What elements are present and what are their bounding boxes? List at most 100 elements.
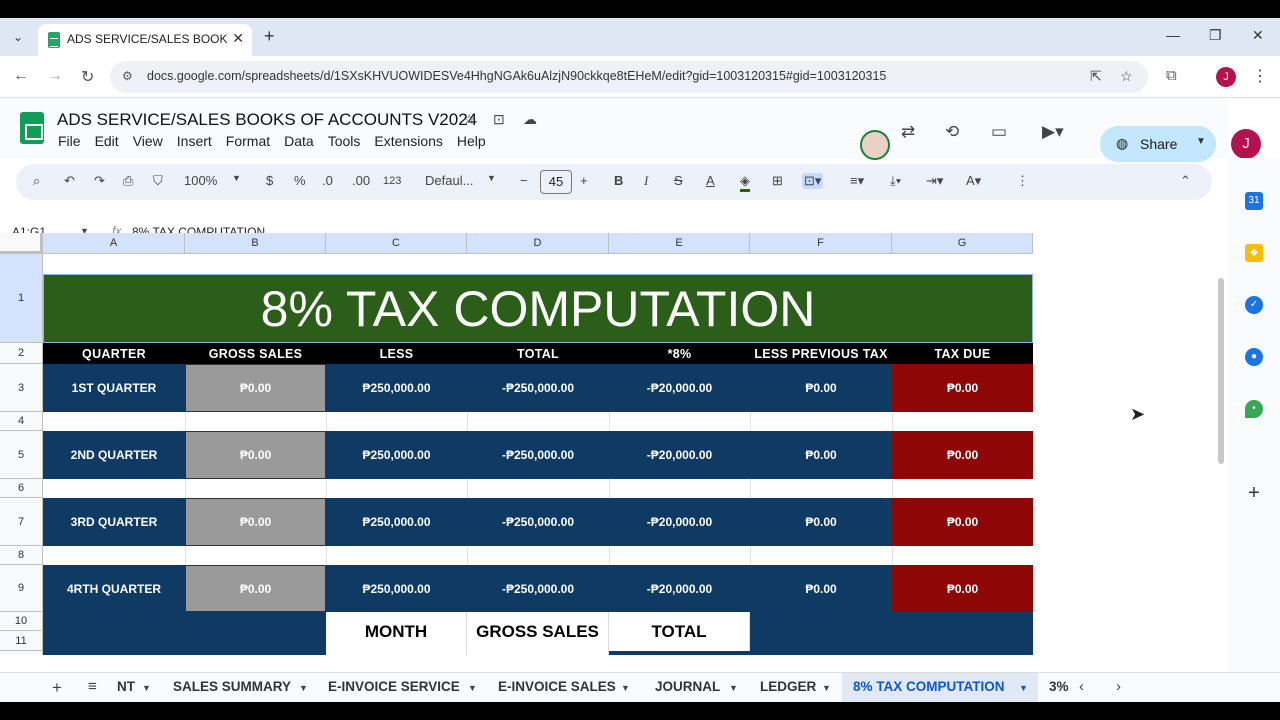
bold-button[interactable]: B [614, 173, 623, 188]
menu-edit[interactable]: Edit [95, 133, 119, 149]
quarter-value-cell[interactable]: ₱0.00 [750, 364, 892, 412]
column-title-cell[interactable]: GROSS SALES [185, 343, 326, 364]
row-header-12[interactable]: 12 [0, 651, 43, 655]
month-row-label-cell[interactable]: 1ST [326, 651, 467, 655]
menu-file[interactable]: File [58, 133, 81, 149]
sheet-tab-e-invoice-service[interactable]: E-INVOICE SERVICE [328, 679, 460, 694]
add-sheet-icon[interactable]: + [52, 678, 62, 698]
text-color-button[interactable]: A [706, 173, 715, 188]
column-header-d[interactable]: D [467, 233, 609, 254]
quarter-value-cell[interactable]: -₱20,000.00 [609, 364, 750, 412]
italic-button[interactable]: I [644, 173, 648, 189]
redo-icon[interactable]: ↷ [94, 173, 105, 189]
month-table-header-cell[interactable]: TOTAL [609, 612, 750, 651]
row-header-4[interactable]: 4 [0, 412, 43, 431]
paint-format-icon[interactable]: ⛉ [153, 173, 163, 189]
font-size-input[interactable]: 45 [540, 170, 572, 194]
quarter-value-cell[interactable]: -₱20,000.00 [609, 565, 750, 612]
chevron-down-icon[interactable]: ▼ [822, 683, 831, 693]
column-header-a[interactable]: A [43, 233, 185, 254]
column-header-b[interactable]: B [185, 233, 326, 254]
row-header-9[interactable]: 9 [0, 565, 43, 612]
column-title-cell[interactable]: QUARTER [43, 343, 185, 364]
increase-font-size-icon[interactable]: + [580, 173, 588, 188]
share-screen-icon[interactable]: ⇄ [901, 122, 915, 142]
search-menus-icon[interactable]: ⌕ [33, 173, 40, 189]
browser-tab[interactable]: ADS SERVICE/SALES BOOKS OF ✕ [38, 24, 252, 56]
sheet-tab-ledger[interactable]: LEDGER [760, 679, 816, 694]
menu-insert[interactable]: Insert [177, 133, 212, 149]
menu-help[interactable]: Help [457, 133, 486, 149]
sheet-tab-truncated[interactable]: NT [117, 679, 135, 694]
month-gross-cell[interactable] [467, 651, 609, 655]
chevron-down-icon[interactable]: ▼ [1019, 683, 1028, 693]
contacts-icon[interactable]: ● [1245, 348, 1263, 366]
quarter-value-cell[interactable]: -₱20,000.00 [609, 498, 750, 546]
row-header-2[interactable]: 2 [0, 343, 43, 364]
row-header-8[interactable]: 8 [0, 546, 43, 565]
quarter-value-cell[interactable]: ₱0.00 [750, 431, 892, 479]
sheet-tab-e-invoice-sales[interactable]: E-INVOICE SALES [498, 679, 616, 694]
quarter-value-cell[interactable]: ₱0.00 [750, 498, 892, 546]
quarter-value-cell[interactable]: -₱250,000.00 [467, 565, 609, 612]
row-header-7[interactable]: 7 [0, 498, 43, 546]
menu-data[interactable]: Data [284, 133, 314, 149]
column-header-c[interactable]: C [326, 233, 467, 254]
decrease-font-size-icon[interactable]: − [520, 173, 528, 188]
menu-extensions[interactable]: Extensions [374, 133, 442, 149]
scroll-tabs-right-icon[interactable]: › [1116, 678, 1121, 695]
column-header-g[interactable]: G [892, 233, 1033, 254]
decrease-decimal[interactable]: .0 [322, 173, 333, 188]
site-info-icon[interactable]: ⚙ [122, 69, 133, 83]
sheet-tab-sales-summary[interactable]: SALES SUMMARY [173, 679, 291, 694]
star-icon[interactable]: ☆ [463, 111, 476, 128]
font-chevron-down-icon[interactable]: ▼ [487, 173, 496, 183]
new-tab-button[interactable]: + [264, 26, 275, 47]
quarter-value-cell[interactable]: ₱0.00 [185, 565, 326, 612]
reload-icon[interactable]: ↻ [81, 67, 94, 87]
more-formats[interactable]: 123 [383, 175, 401, 187]
row-header-3[interactable]: 3 [0, 364, 43, 412]
back-icon[interactable]: ← [13, 67, 29, 85]
quarter-value-cell[interactable]: -₱250,000.00 [467, 498, 609, 546]
column-title-cell[interactable]: LESS PREVIOUS TAX [750, 343, 892, 364]
extensions-icon[interactable]: ⧉ [1166, 67, 1177, 84]
close-window-icon[interactable]: ✕ [1252, 27, 1264, 44]
move-folder-icon[interactable]: ⊡ [493, 111, 505, 128]
strikethrough-button[interactable]: S [674, 173, 683, 188]
column-title-cell[interactable]: LESS [326, 343, 467, 364]
quarter-value-cell[interactable]: ₱0.00 [892, 431, 1033, 479]
quarter-value-cell[interactable]: ₱0.00 [185, 431, 326, 479]
share-button[interactable]: ◍ Share ▼ [1100, 126, 1216, 162]
collapse-toolbar-icon[interactable]: ⌃ [1180, 173, 1191, 189]
tasks-icon[interactable]: ✓ [1245, 296, 1263, 314]
horizontal-align-icon[interactable]: ≡▾ [850, 173, 864, 189]
quarter-label-cell[interactable]: 1ST QUARTER [43, 364, 185, 412]
row-header-6[interactable]: 6 [0, 479, 43, 498]
sheet-tab-8-tax-computation[interactable]: 8% TAX COMPUTATION [853, 679, 1005, 694]
column-title-cell[interactable]: TOTAL [467, 343, 609, 364]
maps-icon[interactable]: • [1245, 400, 1263, 418]
zoom-chevron-down-icon[interactable]: ▼ [232, 173, 241, 183]
menu-format[interactable]: Format [226, 133, 270, 149]
column-title-cell[interactable]: TAX DUE [892, 343, 1033, 364]
cloud-status-icon[interactable]: ☁ [523, 111, 537, 128]
sheets-logo-icon[interactable] [20, 112, 44, 144]
vertical-scrollbar[interactable] [1218, 278, 1224, 464]
quarter-value-cell[interactable]: ₱250,000.00 [326, 364, 467, 412]
omnibox[interactable]: ⚙ docs.google.com/spreadsheets/d/1SXsKHV… [110, 61, 1148, 93]
quarter-value-cell[interactable]: ₱0.00 [185, 364, 326, 412]
zoom-select[interactable]: 100% [184, 173, 217, 188]
row-header-1[interactable]: 1 [0, 254, 43, 343]
menu-view[interactable]: View [133, 133, 163, 149]
print-icon[interactable]: ⎙ [123, 173, 133, 189]
chevron-down-icon[interactable]: ▼ [468, 683, 477, 693]
column-header-f[interactable]: F [750, 233, 892, 254]
profile-avatar[interactable]: J [1216, 67, 1236, 87]
keep-icon[interactable]: ◆ [1245, 244, 1263, 262]
url-text[interactable]: docs.google.com/spreadsheets/d/1SXsKHVUO… [147, 69, 886, 83]
row-header-5[interactable]: 5 [0, 431, 43, 479]
quarter-value-cell[interactable]: ₱250,000.00 [326, 431, 467, 479]
vertical-align-icon[interactable]: ⤓▾ [890, 173, 901, 189]
restore-icon[interactable]: ❐ [1209, 27, 1222, 44]
